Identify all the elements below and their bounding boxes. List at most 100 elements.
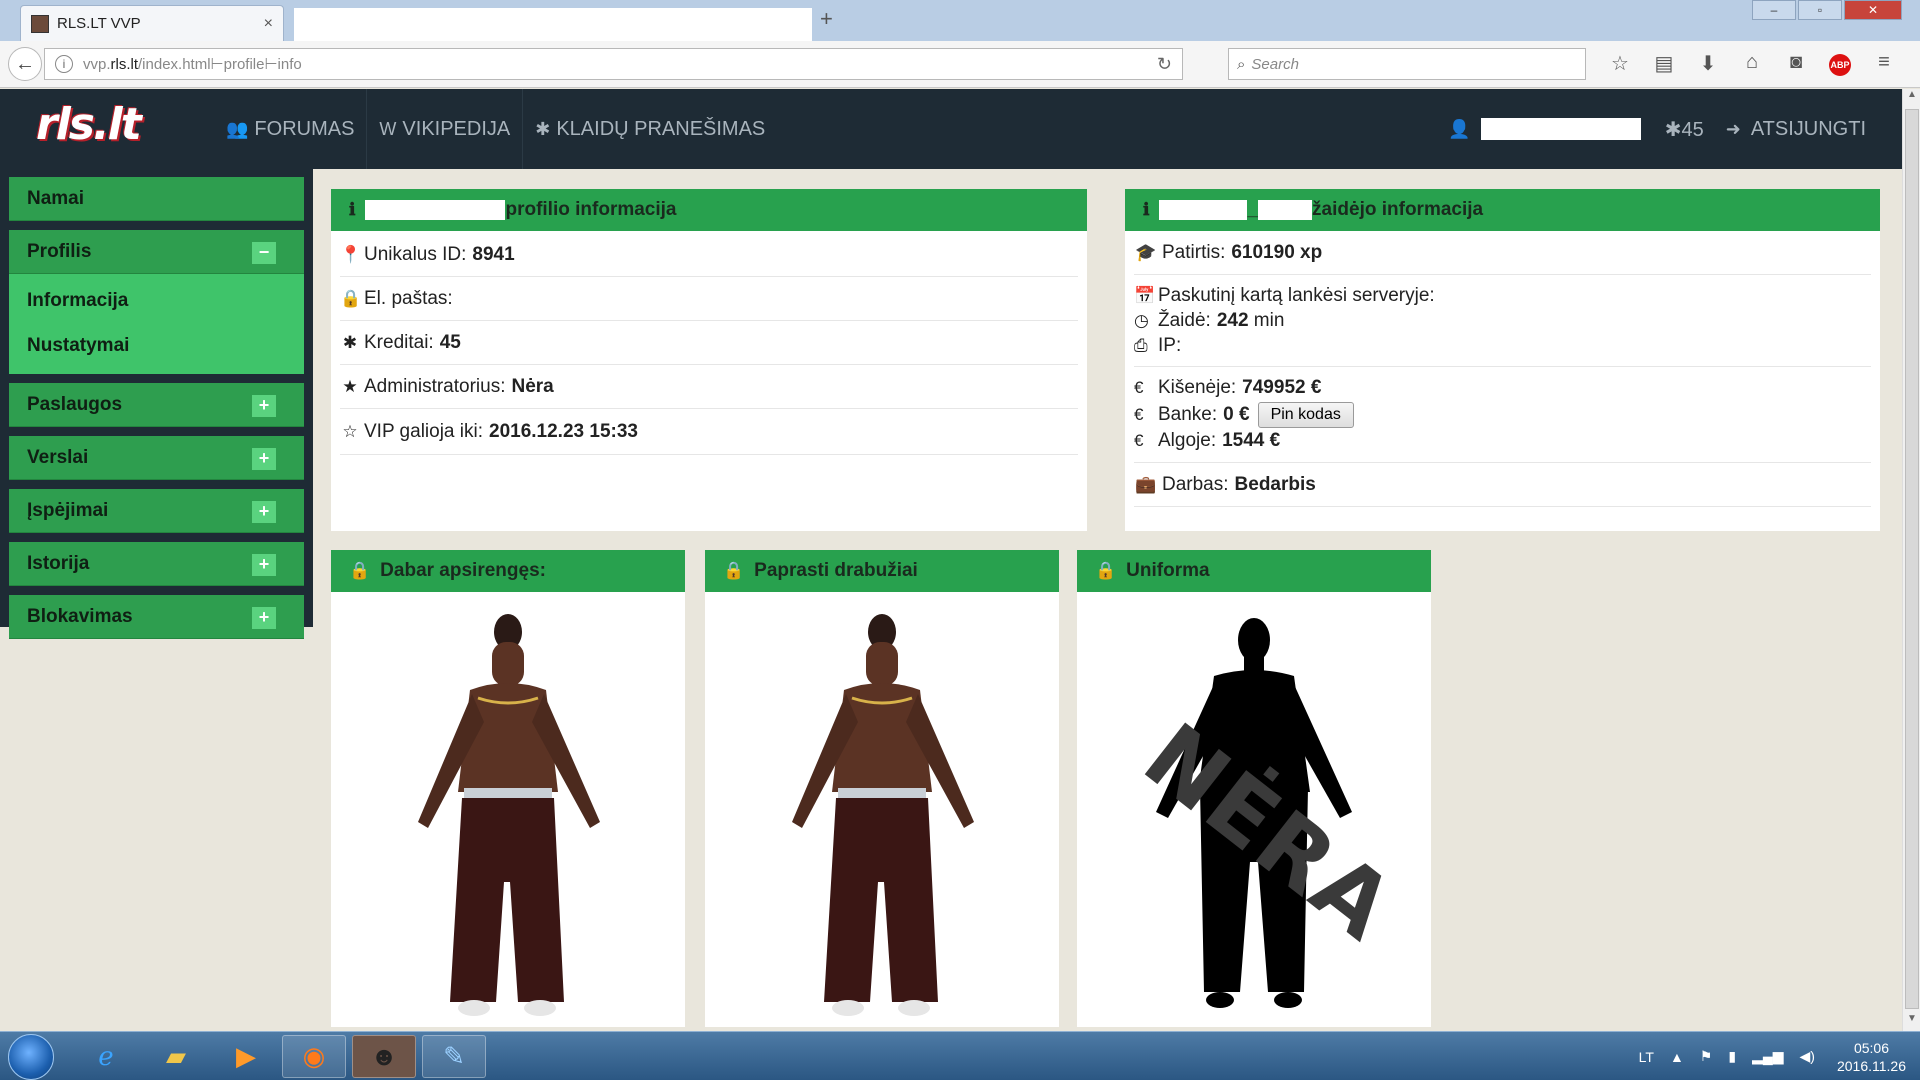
folder-icon[interactable]: ▰ xyxy=(144,1035,208,1078)
username-redacted[interactable] xyxy=(1480,118,1641,140)
expand-icon[interactable]: + xyxy=(252,501,276,523)
browser-tab-blank[interactable] xyxy=(294,8,812,41)
sidebar-item-verslai[interactable]: Verslai + xyxy=(9,436,304,480)
reading-list-icon[interactable]: ▤ xyxy=(1642,51,1686,76)
internet-explorer-icon[interactable]: ℯ xyxy=(74,1035,138,1078)
address-bar[interactable]: i vvp. rls.lt/index.html⊢profile⊢info ↻ xyxy=(44,48,1183,80)
paint-icon[interactable]: ✎ xyxy=(422,1035,486,1078)
row-credits: ✱ Kreditai: 45 xyxy=(340,321,1078,365)
hamburger-menu-icon[interactable]: ≡ xyxy=(1862,51,1906,76)
info-icon: ℹ xyxy=(1143,200,1150,219)
row-label: El. paštas: xyxy=(364,287,453,309)
adblock-icon[interactable]: ABP xyxy=(1818,51,1862,76)
browser-tab[interactable]: RLS.LT VVP × xyxy=(20,5,284,41)
window-controls: – ▫ ✕ xyxy=(1750,0,1902,20)
expand-icon[interactable]: + xyxy=(252,448,276,470)
row-label: Patirtis: xyxy=(1162,241,1226,263)
graduation-cap-icon: 🎓 xyxy=(1135,242,1157,262)
menu-vikipedija-label: VIKIPEDIJA xyxy=(402,117,511,140)
device-icon[interactable]: ▮ xyxy=(1728,1048,1736,1065)
credits-counter[interactable]: ✱45 xyxy=(1665,117,1704,142)
asterisk-icon: ✱ xyxy=(342,332,358,352)
tray-expand-icon[interactable]: ▲ xyxy=(1670,1049,1684,1065)
star-outline-icon: ☆ xyxy=(342,421,358,441)
window-close-button[interactable]: ✕ xyxy=(1844,0,1902,20)
logout-link[interactable]: ATSIJUNGTI xyxy=(1751,118,1866,141)
site-header: rls.lt 👥 FORUMAS W VIKIPEDIJA ✱ KLAIDŲ P… xyxy=(0,89,1902,169)
minimize-button[interactable]: – xyxy=(1752,0,1796,20)
firefox-icon[interactable]: ◉ xyxy=(282,1035,346,1078)
start-button[interactable] xyxy=(8,1034,54,1080)
panel-title: Dabar apsirengęs: xyxy=(380,560,546,581)
row-label: Administratorius: xyxy=(364,375,506,397)
windows-taskbar: ℯ ▰ ▶ ◉ ☻ ✎ LT ▲ ⚑ ▮ ▂▄▆ ◀) 05:06 2016.1… xyxy=(0,1031,1920,1080)
pin-code-button[interactable]: Pin kodas xyxy=(1257,401,1354,428)
panel-title: žaidėjo informacija xyxy=(1312,199,1484,220)
username-redacted xyxy=(365,200,506,220)
scroll-down-icon[interactable]: ▼ xyxy=(1903,1013,1920,1031)
sidebar-item-ispejimai[interactable]: Įspėjimai + xyxy=(9,489,304,533)
wikipedia-icon: W xyxy=(379,118,397,139)
site-logo[interactable]: rls.lt xyxy=(36,99,142,150)
pocket-icon[interactable]: ◙ xyxy=(1774,51,1818,76)
clock[interactable]: 05:06 2016.11.26 xyxy=(1837,1039,1906,1075)
download-icon[interactable]: ⬇ xyxy=(1686,51,1730,76)
url-domain: rls.lt xyxy=(110,55,139,73)
sidebar-item-label: Blokavimas xyxy=(27,605,133,627)
row-value: 45 xyxy=(439,331,461,353)
game-app-icon[interactable]: ☻ xyxy=(352,1035,416,1078)
sidebar-item-istorija[interactable]: Istorija + xyxy=(9,542,304,586)
site-info-icon[interactable]: i xyxy=(55,55,73,73)
expand-icon[interactable]: + xyxy=(252,607,276,629)
sidebar-subitem-nustatymai[interactable]: Nustatymai xyxy=(9,323,304,368)
character-skin-image xyxy=(418,614,600,1016)
menu-vikipedija[interactable]: W VIKIPEDIJA xyxy=(367,89,524,169)
row-value: 1544 € xyxy=(1222,430,1281,451)
logout-icon: ➜ xyxy=(1725,118,1741,139)
row-label: Žaidė: xyxy=(1158,309,1211,331)
character-skin-image xyxy=(792,614,974,1016)
scroll-up-icon[interactable]: ▲ xyxy=(1903,89,1920,107)
lock-icon: 🔒 xyxy=(349,561,371,580)
menu-forumas[interactable]: 👥 FORUMAS xyxy=(214,89,368,169)
sidebar-item-label: Paslaugos xyxy=(27,393,123,415)
scroll-thumb[interactable] xyxy=(1905,109,1919,1009)
bookmark-star-icon[interactable]: ☆ xyxy=(1598,51,1642,76)
search-box[interactable]: ⌕ Search xyxy=(1228,48,1586,80)
sidebar-item-paslaugos[interactable]: Paslaugos + xyxy=(9,383,304,427)
row-experience: 🎓 Patirtis: 610190 xp xyxy=(1134,231,1871,275)
tab-close-icon[interactable]: × xyxy=(264,15,273,33)
home-icon[interactable]: ⌂ xyxy=(1730,51,1774,76)
briefcase-icon: 💼 xyxy=(1135,474,1157,494)
username-redacted xyxy=(1159,200,1248,220)
page-scrollbar[interactable]: ▲ ▼ xyxy=(1902,89,1920,1031)
menu-klaidu-pranesimas[interactable]: ✱ KLAIDŲ PRANEŠIMAS xyxy=(523,89,777,169)
new-tab-button[interactable]: + xyxy=(820,6,833,32)
bug-icon: ✱ xyxy=(535,118,551,139)
row-label: Algoje: xyxy=(1158,430,1217,451)
sidebar-item-blokavimas[interactable]: Blokavimas + xyxy=(9,595,304,639)
row-label: Kišenėje: xyxy=(1158,377,1237,398)
sidebar-item-profilis[interactable]: Profilis − xyxy=(9,230,304,274)
expand-icon[interactable]: + xyxy=(252,395,276,417)
panel-title-separator: _ xyxy=(1247,199,1259,220)
lock-icon: 🔒 xyxy=(723,561,745,580)
row-vip: ☆ VIP galioja iki: 2016.12.23 15:33 xyxy=(340,409,1078,455)
euro-icon: € xyxy=(1134,404,1144,424)
volume-icon[interactable]: ◀) xyxy=(1800,1048,1815,1065)
maximize-button[interactable]: ▫ xyxy=(1798,0,1842,20)
language-indicator[interactable]: LT xyxy=(1639,1049,1654,1065)
media-player-icon[interactable]: ▶ xyxy=(214,1035,278,1078)
browser-tab-strip: RLS.LT VVP × + – ▫ ✕ xyxy=(0,0,1920,41)
row-label: Banke: xyxy=(1158,403,1218,425)
sidebar-item-namai[interactable]: Namai xyxy=(9,177,304,221)
row-last-visit: 📅 Paskutinį kartą lankėsi serveryje: ◷ Žai… xyxy=(1134,275,1871,367)
reload-icon[interactable]: ↻ xyxy=(1157,54,1172,75)
sidebar-subitem-informacija[interactable]: Informacija xyxy=(9,278,304,323)
row-value: 610190 xp xyxy=(1231,241,1323,263)
back-button[interactable]: ← xyxy=(8,47,42,81)
network-signal-icon[interactable]: ▂▄▆ xyxy=(1752,1048,1783,1065)
action-center-icon[interactable]: ⚑ xyxy=(1700,1048,1713,1065)
expand-icon[interactable]: + xyxy=(252,554,276,576)
collapse-icon[interactable]: − xyxy=(252,242,276,264)
